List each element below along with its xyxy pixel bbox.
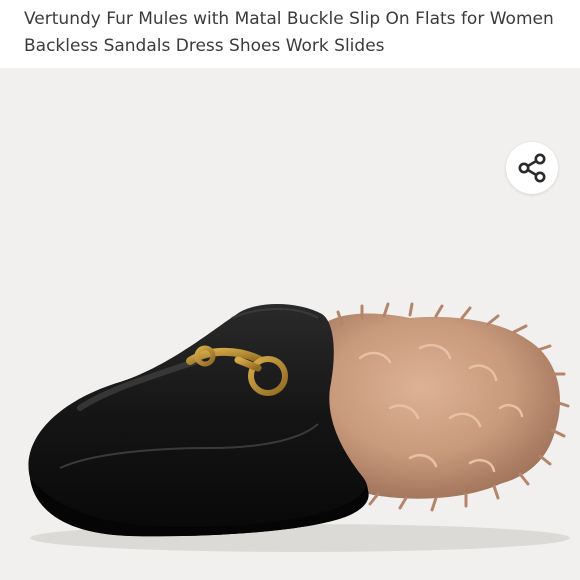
shoe-body <box>28 303 369 537</box>
share-icon <box>518 153 546 183</box>
listing-page: Vertundy Fur Mules with Matal Buckle Sli… <box>0 0 580 580</box>
product-photo[interactable] <box>0 68 580 580</box>
product-image <box>28 302 570 552</box>
share-button[interactable] <box>506 142 558 194</box>
listing-title: Vertundy Fur Mules with Matal Buckle Sli… <box>24 9 554 56</box>
title-bar: Vertundy Fur Mules with Matal Buckle Sli… <box>0 0 580 68</box>
